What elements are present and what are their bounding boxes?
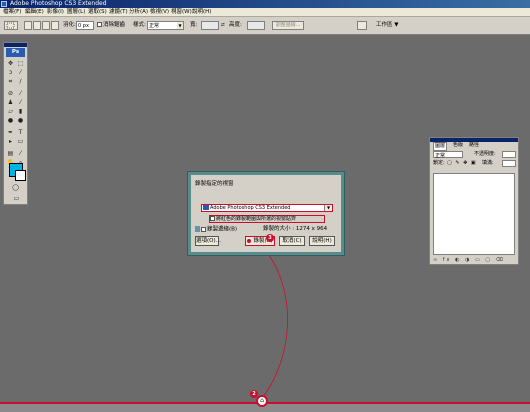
checkbox-icon (201, 226, 206, 232)
help-button[interactable]: 說明(H) (309, 236, 335, 246)
record-dot-icon (247, 238, 252, 243)
options-button[interactable]: 選項(O)... (195, 236, 221, 246)
snap-to-window-checkbox[interactable]: 將紅色的錄製範圍與所選的視窗貼齊 (209, 215, 325, 223)
record-border-label: 錄製邊緣(B) (207, 226, 238, 233)
target-marker-icon[interactable]: ⌂ (256, 395, 268, 407)
record-border-checkbox[interactable]: 錄製邊緣(B) (195, 226, 237, 234)
snap-to-window-label: 將紅色的錄製範圍與所選的視窗貼齊 (216, 216, 297, 222)
window-select-value: Adobe Photoshop CS3 Extended (210, 205, 291, 211)
window-select[interactable]: Adobe Photoshop CS3 Extended ▼ (201, 204, 333, 212)
checkbox-icon (210, 216, 215, 221)
record-window-dialog: 錄製指定的視窗 Adobe Photoshop CS3 Extended ▼ 將… (187, 171, 345, 256)
dialog-title: 錄製指定的視窗 (195, 181, 234, 187)
step-badge-3: 3 (266, 234, 274, 242)
chevron-down-icon: ▼ (324, 205, 332, 211)
record-size-label: 錄製的大小 : 1274 x 964 (263, 226, 328, 232)
photoshop-icon (203, 205, 209, 210)
cancel-button[interactable]: 取消(C) (279, 236, 305, 246)
camera-icon (195, 226, 200, 232)
